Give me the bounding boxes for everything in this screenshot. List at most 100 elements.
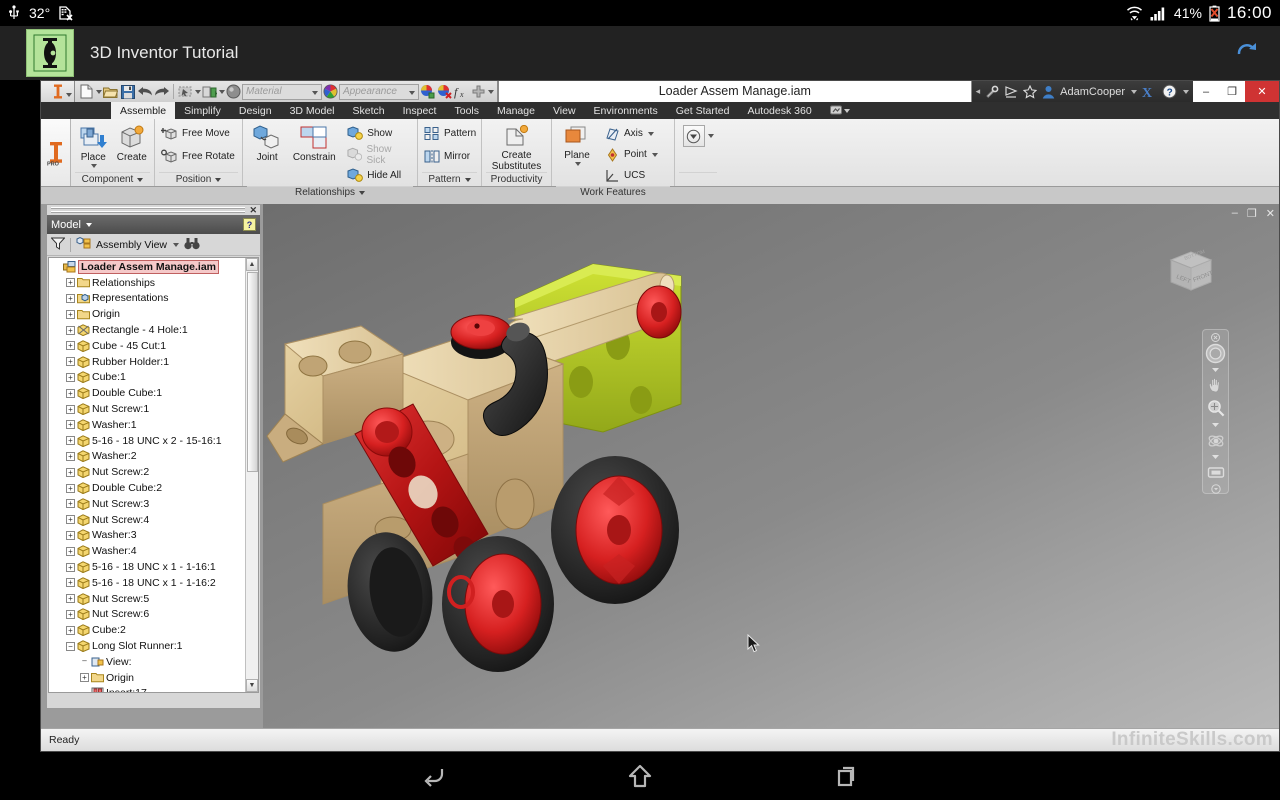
tree-item[interactable]: + Double Cube:1 (49, 385, 245, 401)
tree-item[interactable]: + Nut Screw:1 (49, 401, 245, 417)
tab-manage[interactable]: Manage (488, 102, 544, 119)
fx-icon[interactable]: fx (453, 82, 470, 101)
tree-item[interactable]: + Washer:3 (49, 528, 245, 544)
browser-title-dropdown[interactable] (85, 222, 92, 227)
convert-dropdown-icon[interactable] (682, 125, 705, 147)
tree-expander-plus[interactable]: + (66, 309, 75, 319)
tree-item[interactable]: +5-16 - 18 UNC x 1 - 1-16:2 (49, 575, 245, 591)
tab-get-started[interactable]: Get Started (667, 102, 739, 119)
tree-expander-plus[interactable]: + (66, 562, 75, 572)
tree-item[interactable]: + Representations (49, 291, 245, 307)
tree-item[interactable]: + Origin (49, 670, 245, 686)
open-folder-icon[interactable] (102, 82, 119, 101)
tree-item[interactable]: +5-16 - 18 UNC x 1 - 1-16:1 (49, 559, 245, 575)
tab-simplify[interactable]: Simplify (175, 102, 230, 119)
recents-icon[interactable] (823, 757, 869, 795)
inventor-application-button[interactable] (41, 81, 75, 102)
tree-expander-plus[interactable]: + (66, 436, 75, 446)
free-rotate-button[interactable]: Free Rotate (159, 146, 237, 167)
new-document-icon[interactable] (78, 82, 95, 101)
tab-design[interactable]: Design (230, 102, 281, 119)
tree-item[interactable]: + Cube - 45 Cut:1 (49, 338, 245, 354)
tab-environments[interactable]: Environments (585, 102, 667, 119)
convert-menu-dropdown[interactable] (707, 134, 714, 138)
tree-item-root[interactable]: Loader Assem Manage.iam (49, 259, 245, 275)
place-component-button[interactable]: Place (75, 123, 112, 168)
scroll-up-button[interactable]: ▲ (246, 258, 258, 271)
tree-expander-plus[interactable]: + (66, 325, 75, 335)
tree-expander-plus[interactable]: + (66, 499, 75, 509)
panel-position-expand-icon[interactable] (215, 177, 222, 182)
panel-title-position[interactable]: Position (159, 172, 238, 186)
viewport-3d[interactable]: – ❐ ✕ LEFT FRONT BOTTOM (263, 204, 1279, 730)
pattern-button[interactable]: Pattern (422, 123, 478, 144)
tree-expander-plus[interactable]: + (66, 594, 75, 604)
tree-expander-plus[interactable]: + (66, 483, 75, 493)
tree-item[interactable]: + Nut Screw:3 (49, 496, 245, 512)
panel-title-pattern[interactable]: Pattern (422, 172, 477, 186)
undo-arrow-icon[interactable] (136, 82, 153, 101)
tree-expander-dash[interactable]: – (80, 688, 89, 692)
model-tree[interactable]: Loader Assem Manage.iam + Relationships + Re… (48, 257, 259, 693)
tree-item[interactable]: − Long Slot Runner:1 (49, 638, 245, 654)
tree-item[interactable]: – View: (49, 654, 245, 670)
user-menu-dropdown[interactable] (1131, 89, 1137, 94)
refresh-icon[interactable] (1236, 41, 1258, 66)
user-avatar-icon[interactable] (1042, 85, 1055, 99)
tree-expander-plus[interactable]: + (66, 357, 75, 367)
qat-overflow-dropdown[interactable] (488, 89, 494, 94)
tree-item[interactable]: +5-16 - 18 UNC x 2 - 15-16:1 (49, 433, 245, 449)
binoculars-icon[interactable] (184, 237, 200, 253)
minimize-button[interactable]: – (1193, 81, 1219, 102)
panel-relationships-expand-icon[interactable] (359, 190, 366, 195)
back-icon[interactable] (411, 757, 457, 795)
ribbon-display-options[interactable] (821, 102, 859, 119)
tree-item[interactable]: + Cube:2 (49, 622, 245, 638)
tree-expander-plus[interactable]: + (66, 341, 75, 351)
work-plane-dropdown[interactable] (574, 162, 581, 166)
tree-expander-plus[interactable]: + (66, 515, 75, 525)
plus-icon[interactable] (470, 82, 487, 101)
help-dropdown[interactable] (1183, 89, 1189, 94)
tree-item[interactable]: + Rubber Holder:1 (49, 354, 245, 370)
assembly-view-dropdown[interactable] (173, 242, 179, 247)
tree-item[interactable]: + Washer:2 (49, 449, 245, 465)
tree-item[interactable]: + Relationships (49, 275, 245, 291)
free-move-button[interactable]: Free Move (159, 123, 232, 144)
show-relationships-button[interactable]: Show (345, 123, 413, 144)
tree-expander-plus[interactable]: + (66, 278, 75, 288)
tree-expander-plus[interactable]: + (66, 420, 75, 430)
work-plane-button[interactable]: Plane (556, 123, 598, 166)
tree-expander-plus[interactable]: + (66, 609, 75, 619)
appearance-adjust-icon[interactable] (419, 82, 436, 101)
help-icon[interactable]: ? (243, 218, 256, 231)
create-substitutes-button[interactable]: Create Substitutes (486, 123, 547, 172)
tree-item[interactable]: + Cube:1 (49, 370, 245, 386)
work-axis-dropdown[interactable] (647, 131, 654, 136)
tree-expander-minus[interactable]: − (66, 641, 75, 651)
work-point-button[interactable]: Point (603, 144, 660, 165)
save-disk-icon[interactable] (119, 82, 136, 101)
tree-item[interactable]: + Rectangle - 4 Hole:1 (49, 322, 245, 338)
tab-assemble[interactable]: Assemble (111, 102, 176, 119)
appearance-combo[interactable]: Appearance (339, 83, 419, 100)
panel-title-relationships[interactable]: Relationships (247, 186, 413, 198)
tree-expander-plus[interactable]: + (66, 293, 75, 303)
scroll-down-button[interactable]: ▼ (246, 679, 258, 692)
star-icon[interactable] (1022, 84, 1038, 99)
autodesk-exchange-icon[interactable]: X (1142, 85, 1157, 101)
mirror-button[interactable]: Mirror (422, 146, 472, 167)
tree-expander-plus[interactable]: + (66, 578, 75, 588)
signin-icon[interactable] (1004, 85, 1018, 99)
appearance-clear-icon[interactable] (436, 82, 453, 101)
tree-expander-plus[interactable]: + (66, 388, 75, 398)
panel-component-expand-icon[interactable] (137, 177, 144, 182)
tree-expander-plus[interactable]: + (66, 404, 75, 414)
panel-title-component[interactable]: Component (75, 172, 150, 186)
home-icon[interactable] (617, 757, 663, 795)
tab-3d-model[interactable]: 3D Model (281, 102, 344, 119)
tree-item[interactable]: + Nut Screw:4 (49, 512, 245, 528)
tree-item[interactable]: + Origin (49, 306, 245, 322)
material-combo[interactable]: Material (242, 83, 322, 100)
tree-expander-plus[interactable]: + (66, 625, 75, 635)
